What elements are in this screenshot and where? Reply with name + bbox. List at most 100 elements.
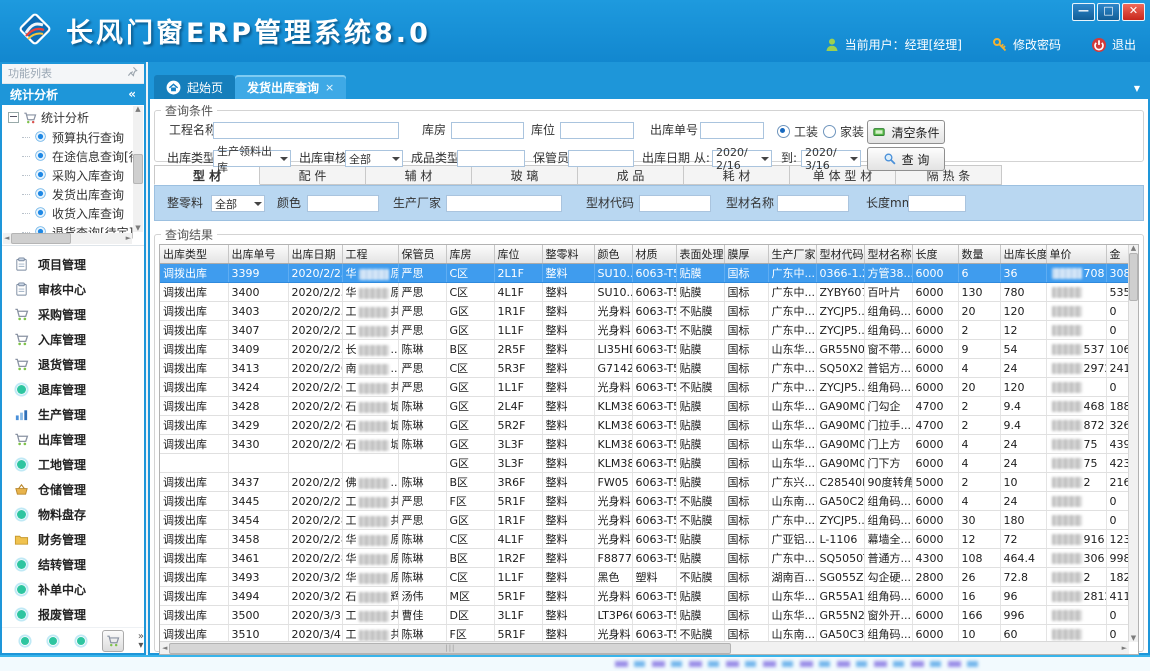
cell[interactable]: 国标	[724, 321, 768, 340]
cell[interactable]: 6063-T5	[632, 435, 676, 454]
column-header[interactable]: 膜厚	[724, 245, 768, 264]
cell[interactable]	[160, 454, 228, 473]
cell[interactable]: 勾企硬...	[864, 568, 912, 587]
cell[interactable]: F8877FT	[594, 549, 632, 568]
cell[interactable]: 整料	[542, 606, 594, 625]
cell[interactable]: 6063-T5	[632, 587, 676, 606]
cell[interactable]: 2020/2/27	[288, 473, 342, 492]
cell[interactable]: 贴膜	[676, 340, 724, 359]
cell[interactable]: 708	[1046, 264, 1106, 283]
table-row[interactable]: 调拨出库34092020/2/25长...陈琳B区2R5F整料LI35HD606…	[160, 340, 1128, 359]
cell[interactable]: 6063-T5	[632, 378, 676, 397]
column-header[interactable]: 表面处理	[676, 245, 724, 264]
cell[interactable]: 30	[958, 511, 1000, 530]
cell[interactable]: 216	[1106, 473, 1128, 492]
cell[interactable]: 光身料	[594, 587, 632, 606]
cell[interactable]: 长...	[342, 340, 398, 359]
cell[interactable]: SQ5050T20	[816, 549, 864, 568]
column-header[interactable]: 型材名称	[864, 245, 912, 264]
cell[interactable]: G区	[446, 511, 494, 530]
cell[interactable]: 16	[958, 587, 1000, 606]
cell[interactable]: 方管38...	[864, 264, 912, 283]
cell[interactable]: SQ50X2...	[816, 359, 864, 378]
cell[interactable]: 3437	[228, 473, 288, 492]
cell[interactable]: 广东中...	[768, 359, 816, 378]
cell[interactable]: 不贴膜	[676, 511, 724, 530]
collapse-icon[interactable]: «	[128, 87, 136, 101]
cell[interactable]: 严思	[398, 359, 446, 378]
cell[interactable]: 调拨出库	[160, 397, 228, 416]
cell[interactable]: LT3P60	[594, 606, 632, 625]
cell[interactable]: 6000	[912, 530, 958, 549]
cell[interactable]: 整料	[542, 416, 594, 435]
cell[interactable]: 3461	[228, 549, 288, 568]
sidebar-section-header[interactable]: 统计分析 «	[2, 84, 144, 105]
cell[interactable]: 整料	[542, 530, 594, 549]
cell[interactable]: 国标	[724, 378, 768, 397]
cell[interactable]: 华原...	[342, 568, 398, 587]
tree-horizontal-scrollbar[interactable]: ◄►	[3, 233, 132, 244]
table-row[interactable]: 调拨出库34002020/2/25华原...严思C区4L1F整料SU10...6…	[160, 283, 1128, 302]
cell[interactable]: 广东兴...	[768, 473, 816, 492]
cell[interactable]: 国标	[724, 302, 768, 321]
pin-icon[interactable]	[127, 66, 138, 80]
cell[interactable]: 国标	[724, 568, 768, 587]
cell[interactable]: 1L1F	[494, 378, 542, 397]
cell[interactable]: 国标	[724, 511, 768, 530]
cell[interactable]: 6000	[912, 435, 958, 454]
cell[interactable]: 曹佳	[398, 606, 446, 625]
cell[interactable]: G71422	[594, 359, 632, 378]
cell[interactable]: 窗外开...	[864, 606, 912, 625]
cell[interactable]: 百叶片	[864, 283, 912, 302]
cell[interactable]: 国标	[724, 435, 768, 454]
cell[interactable]: 3500	[228, 606, 288, 625]
cell[interactable]: 2020/2/28	[288, 549, 342, 568]
cell[interactable]: KLM3817	[594, 454, 632, 473]
tree-item[interactable]: 采购入库查询	[8, 166, 144, 185]
cell[interactable]: 光身料	[594, 511, 632, 530]
sidebar-menu-item[interactable]: 入库管理	[2, 327, 144, 352]
cell[interactable]: 2	[958, 321, 1000, 340]
cell[interactable]: 陈琳	[398, 530, 446, 549]
cell[interactable]: 464.4	[1000, 549, 1046, 568]
cell[interactable]: GA90M09.	[816, 454, 864, 473]
cell[interactable]: 整料	[542, 340, 594, 359]
cell[interactable]: 不贴膜	[676, 378, 724, 397]
cell[interactable]: 3458	[228, 530, 288, 549]
material-tab[interactable]: 辅 材	[366, 165, 472, 185]
cell[interactable]: 2020/2/28	[288, 511, 342, 530]
search-button[interactable]: 查 询	[867, 147, 945, 171]
cell[interactable]: 2020/2/26	[288, 378, 342, 397]
cell[interactable]: 3413	[228, 359, 288, 378]
cell[interactable]: GR55A11	[816, 587, 864, 606]
cell[interactable]: 0	[1106, 511, 1128, 530]
cell[interactable]: 996	[1000, 606, 1046, 625]
cell[interactable]: 调拨出库	[160, 511, 228, 530]
cell[interactable]: 严思	[398, 283, 446, 302]
keeper-input[interactable]	[568, 150, 634, 167]
cell[interactable]: 2	[958, 416, 1000, 435]
cell[interactable]: 3424	[228, 378, 288, 397]
cell[interactable]: 华原...	[342, 283, 398, 302]
cell[interactable]: 广东中...	[768, 302, 816, 321]
cell[interactable]: B区	[446, 340, 494, 359]
cell[interactable]: GR55N26	[816, 606, 864, 625]
length-input[interactable]	[908, 195, 966, 212]
cell[interactable]: 组角码...	[864, 321, 912, 340]
cell[interactable]: 贴膜	[676, 473, 724, 492]
cell[interactable]: 872	[1046, 416, 1106, 435]
cell[interactable]: 75	[1046, 435, 1106, 454]
cell[interactable]	[1046, 283, 1106, 302]
warehouse-input[interactable]	[451, 122, 524, 139]
column-header[interactable]: 颜色	[594, 245, 632, 264]
cell[interactable]: 广东中...	[768, 321, 816, 340]
table-row[interactable]: 调拨出库34452020/2/27工共工程严思F区5R1F整料光身料6063-T…	[160, 492, 1128, 511]
cell[interactable]: 188	[1106, 397, 1128, 416]
cell[interactable]: SG055Z	[816, 568, 864, 587]
cell[interactable]: 普铝方...	[864, 359, 912, 378]
cell[interactable]: 严思	[398, 321, 446, 340]
tree-root[interactable]: 统计分析	[8, 108, 144, 128]
cell[interactable]: 24	[1000, 435, 1046, 454]
cell[interactable]: 4300	[912, 549, 958, 568]
cell[interactable]: 国标	[724, 473, 768, 492]
